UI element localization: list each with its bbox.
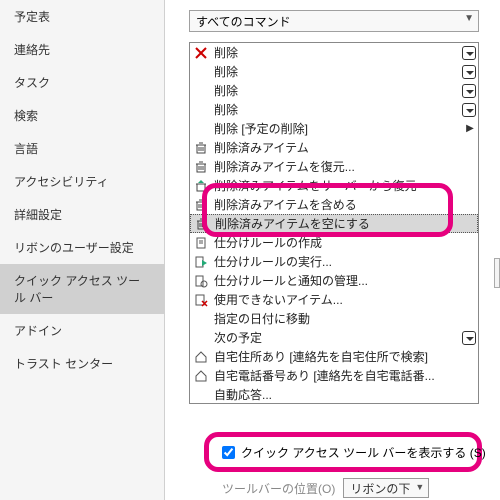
toolbar-position-label: ツールバーの位置(O) [222,480,335,497]
toolbar-position-row: ツールバーの位置(O) リボンの下 ▼ [222,478,429,498]
show-qat-checkbox[interactable] [222,446,235,459]
dropdown-value: すべてのコマンド [196,13,291,30]
sidebar-item-tasks[interactable]: タスク [0,66,164,99]
command-list-item[interactable]: 自動応答... [190,385,478,404]
chevron-down-icon: ▼ [464,13,474,24]
show-qat-checkbox-row[interactable]: クイック アクセス ツール バーを表示する (S) [222,444,486,461]
command-label: 削除済みアイテム [214,139,476,156]
sidebar-item-advanced[interactable]: 詳細設定 [0,198,164,231]
sidebar-item-accessibility[interactable]: アクセシビリティ [0,165,164,198]
dropdown-badge-icon [462,46,476,60]
sidebar-item-qat[interactable]: クイック アクセス ツール バー [0,264,164,314]
home-icon [192,368,210,384]
command-label: 仕分けルールの実行... [214,253,476,270]
trash-up-icon [192,178,210,194]
command-label: 仕分けルールの作成 [214,234,476,251]
sidebar-item-addins[interactable]: アドイン [0,314,164,347]
command-label: 指定の日付に移動 [214,310,476,327]
command-list-item[interactable]: 使用できないアイテム... [190,290,478,309]
trash-icon [192,197,210,213]
choose-commands-dropdown[interactable]: すべてのコマンド ▼ [189,10,479,32]
command-label: 自動応答... [214,386,476,403]
command-list-item[interactable]: 仕分けルールの実行... [190,252,478,271]
dropdown-badge-icon [462,65,476,79]
blank-icon [192,387,210,403]
command-list-item[interactable]: 削除 [190,43,478,62]
command-list-item[interactable]: 指定の日付に移動 [190,309,478,328]
command-label: 削除 [214,44,460,61]
command-list-item[interactable]: 削除済みアイテム [190,138,478,157]
dropdown-badge-icon [462,84,476,98]
doc-x-icon [192,292,210,308]
command-label: 削除 [214,101,460,118]
chevron-down-icon: ▼ [415,482,424,492]
command-label: 削除済みアイテムを空にする [215,215,475,232]
command-list-item[interactable]: 削除済みアイテムを空にする [190,214,478,233]
trash-icon [193,216,211,232]
blank-icon [192,311,210,327]
sidebar-item-search[interactable]: 検索 [0,99,164,132]
main-panel: すべてのコマンド ▼ 削除削除削除削除削除 [予定の削除]▶削除済みアイテム削除… [165,0,500,500]
command-list-item[interactable]: 削除済みアイテムを復元... [190,157,478,176]
command-list-item[interactable]: 仕分けルールと通知の管理... [190,271,478,290]
trash-icon [192,159,210,175]
sidebar-item-language[interactable]: 言語 [0,132,164,165]
command-label: 削除済みアイテムをサーバーから復元 [214,177,476,194]
submenu-arrow-icon: ▶ [464,123,476,134]
add-button-edge[interactable] [494,258,500,288]
sidebar-item-customize-ribbon[interactable]: リボンのユーザー設定 [0,231,164,264]
blank-icon [192,83,210,99]
command-label: 自宅住所あり [連絡先を自宅住所で検索] [214,348,476,365]
toolbar-position-select[interactable]: リボンの下 ▼ [343,478,429,498]
command-label: 削除 [214,82,460,99]
trash-icon [192,140,210,156]
blank-icon [192,121,210,137]
command-label: 削除済みアイテムを復元... [214,158,476,175]
command-label: 使用できないアイテム... [214,291,476,308]
dropdown-badge-icon [462,331,476,345]
show-qat-label: クイック アクセス ツール バーを表示する (S) [241,444,486,461]
options-sidebar: 予定表 連絡先 タスク 検索 言語 アクセシビリティ 詳細設定 リボンのユーザー… [0,0,165,500]
doc-play-icon [192,254,210,270]
command-list-item[interactable]: 削除済みアイテムをサーバーから復元 [190,176,478,195]
commands-listbox[interactable]: 削除削除削除削除削除 [予定の削除]▶削除済みアイテム削除済みアイテムを復元..… [189,42,479,404]
sidebar-item-trust-center[interactable]: トラスト センター [0,347,164,380]
command-label: 仕分けルールと通知の管理... [214,272,476,289]
command-label: 次の予定 [214,329,460,346]
command-list-item[interactable]: 次の予定 [190,328,478,347]
command-list-item[interactable]: 削除 [190,62,478,81]
doc-icon [192,235,210,251]
home-icon [192,349,210,365]
command-list-item[interactable]: 削除済みアイテムを含める [190,195,478,214]
command-label: 削除済みアイテムを含める [214,196,476,213]
blank-icon [192,64,210,80]
command-list-item[interactable]: 自宅電話番号あり [連絡先を自宅電話番... [190,366,478,385]
sidebar-item-calendar[interactable]: 予定表 [0,0,164,33]
x-red-icon [192,45,210,61]
command-list-item[interactable]: 削除 [190,81,478,100]
command-list-item[interactable]: 仕分けルールの作成 [190,233,478,252]
command-list-item[interactable]: 削除 [190,100,478,119]
doc-gear-icon [192,273,210,289]
command-list-item[interactable]: 削除 [予定の削除]▶ [190,119,478,138]
blank-icon [192,102,210,118]
command-list-item[interactable]: 自宅住所あり [連絡先を自宅住所で検索] [190,347,478,366]
command-label: 削除 [214,63,460,80]
command-label: 削除 [予定の削除] [214,120,464,137]
command-label: 自宅電話番号あり [連絡先を自宅電話番... [214,367,476,384]
sidebar-item-contacts[interactable]: 連絡先 [0,33,164,66]
blank-icon [192,330,210,346]
dropdown-badge-icon [462,103,476,117]
